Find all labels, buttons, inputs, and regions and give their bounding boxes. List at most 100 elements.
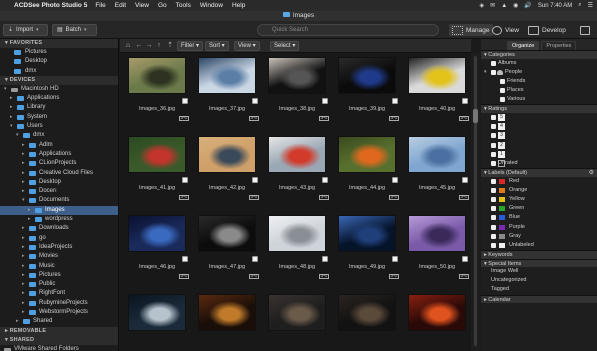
mode-view-button[interactable]: View bbox=[492, 24, 519, 36]
tree-item[interactable]: ▸ Shared bbox=[0, 317, 118, 326]
thumbnail-item[interactable] bbox=[402, 290, 471, 351]
color-label-item[interactable]: Gray bbox=[481, 232, 597, 241]
special-item[interactable]: Tagged bbox=[481, 285, 597, 294]
favorites-header[interactable]: ▾ FAVORITES bbox=[0, 39, 118, 48]
label-checkbox[interactable] bbox=[491, 242, 496, 248]
label-checkbox[interactable] bbox=[491, 196, 496, 202]
label-checkbox[interactable] bbox=[491, 224, 496, 230]
tree-item[interactable]: ▾ dmx bbox=[0, 131, 118, 140]
select-checkbox[interactable] bbox=[462, 177, 468, 183]
label-checkbox[interactable] bbox=[491, 215, 496, 221]
select-checkbox[interactable] bbox=[392, 177, 398, 183]
select-checkbox[interactable] bbox=[392, 98, 398, 104]
sidebar-item-favorite[interactable]: dmx bbox=[0, 67, 118, 76]
folder-up-icon[interactable]: ⇡ bbox=[166, 42, 174, 50]
thumbnail-image[interactable] bbox=[268, 294, 326, 331]
tab-organize[interactable]: Organize bbox=[507, 41, 540, 50]
special-item[interactable]: Image Well bbox=[481, 267, 597, 276]
status-icon-1[interactable]: ◈ bbox=[480, 2, 485, 9]
tree-item[interactable]: ▸ Downloads bbox=[0, 224, 118, 233]
thumbnail-image[interactable] bbox=[198, 294, 256, 331]
label-checkbox[interactable] bbox=[491, 187, 496, 193]
category-item[interactable]: Places bbox=[481, 86, 597, 95]
thumbnail-item[interactable]: Images_49.jpg JPG bbox=[332, 211, 402, 289]
select-checkbox[interactable] bbox=[252, 177, 258, 183]
chevron-right-icon[interactable]: ▸ bbox=[22, 187, 25, 196]
chevron-down-icon[interactable]: ▾ bbox=[16, 131, 19, 140]
color-label-item[interactable]: Purple bbox=[481, 223, 597, 232]
chevron-right-icon[interactable]: ▸ bbox=[22, 271, 25, 280]
label-checkbox[interactable] bbox=[491, 178, 496, 184]
menu-list-icon[interactable]: ☰ bbox=[588, 2, 593, 9]
category-checkbox[interactable] bbox=[500, 78, 505, 84]
tree-item[interactable]: ▸ RightFont bbox=[0, 289, 118, 298]
select-checkbox[interactable] bbox=[322, 256, 328, 262]
special-item[interactable]: Uncategorized bbox=[481, 276, 597, 285]
thumbnail-image[interactable] bbox=[338, 57, 396, 94]
tree-item[interactable]: ▸ Creative Cloud Files bbox=[0, 169, 118, 178]
chevron-right-icon[interactable]: ▸ bbox=[22, 308, 25, 317]
thumbnail-item[interactable]: Images_46.jpg JPG bbox=[122, 211, 192, 289]
categories-header[interactable]: ▾ Categories bbox=[481, 50, 597, 59]
rating-checkbox[interactable] bbox=[491, 151, 496, 157]
select-checkbox[interactable] bbox=[392, 256, 398, 262]
chevron-right-icon[interactable]: ▸ bbox=[22, 169, 25, 178]
color-label-item[interactable]: Blue bbox=[481, 213, 597, 222]
thumbnail-image[interactable] bbox=[268, 57, 326, 94]
thumbnail-item[interactable]: Images_48.jpg JPG bbox=[262, 211, 332, 289]
status-icon-4[interactable]: ◉ bbox=[513, 2, 518, 9]
thumbnail-item[interactable]: Images_45.jpg JPG bbox=[402, 132, 471, 210]
tree-item[interactable]: ▸ Images bbox=[0, 205, 118, 216]
thumbnail-item[interactable]: Images_43.jpg JPG bbox=[262, 132, 332, 210]
select-checkbox[interactable] bbox=[182, 256, 188, 262]
tree-item[interactable]: ▸ RubymineProjects bbox=[0, 299, 118, 308]
tree-item[interactable]: ▸ Desktop bbox=[0, 178, 118, 187]
forward-icon[interactable]: → bbox=[145, 42, 153, 50]
tree-item[interactable]: ▸ Music bbox=[0, 262, 118, 271]
tree-item[interactable]: ▸ Pictures bbox=[0, 271, 118, 280]
clock[interactable]: Sun 7:40 AM bbox=[538, 3, 572, 9]
thumbnail-image[interactable] bbox=[338, 294, 396, 331]
menu-file[interactable]: File bbox=[95, 2, 105, 9]
rating-checkbox[interactable] bbox=[491, 142, 496, 148]
thumbnail-image[interactable] bbox=[198, 215, 256, 252]
thumbnail-item[interactable]: Images_47.jpg JPG bbox=[192, 211, 262, 289]
grid-scrollbar[interactable] bbox=[471, 53, 480, 351]
menu-window[interactable]: Window bbox=[200, 2, 223, 9]
chevron-right-icon[interactable]: ▸ bbox=[10, 103, 13, 112]
tree-item[interactable]: ▾ Macintosh HD bbox=[0, 85, 118, 94]
color-label-item[interactable]: Green bbox=[481, 204, 597, 213]
select-checkbox[interactable] bbox=[252, 98, 258, 104]
scrollbar-thumb[interactable] bbox=[473, 109, 478, 123]
color-label-item[interactable]: Yellow bbox=[481, 195, 597, 204]
sort-button[interactable]: Sort ▾ bbox=[205, 41, 229, 51]
select-checkbox[interactable] bbox=[322, 98, 328, 104]
thumbnail-image[interactable] bbox=[408, 215, 466, 252]
chevron-right-icon[interactable]: ▸ bbox=[22, 224, 25, 233]
chevron-down-icon[interactable]: ▾ bbox=[22, 196, 25, 205]
rating-item[interactable]: 42 bbox=[481, 122, 597, 131]
menu-edit[interactable]: Edit bbox=[115, 2, 126, 9]
toggle-panel-button[interactable] bbox=[580, 24, 590, 36]
batch-button[interactable]: ▤ Batch ▾ bbox=[52, 24, 97, 36]
tree-item[interactable]: ▸ CLionProjects bbox=[0, 159, 118, 168]
chevron-right-icon[interactable]: ▸ bbox=[22, 289, 25, 298]
view-button[interactable]: View ▾ bbox=[234, 41, 260, 51]
tree-item[interactable]: ▸ Applications bbox=[0, 150, 118, 159]
sidebar-item-favorite[interactable]: Pictures bbox=[0, 48, 118, 57]
chevron-down-icon[interactable]: ▾ bbox=[484, 68, 487, 77]
chevron-right-icon[interactable]: ▸ bbox=[10, 113, 13, 122]
mode-develop-button[interactable]: Develop bbox=[528, 24, 566, 36]
home-icon[interactable]: ⌂ bbox=[124, 42, 132, 50]
thumbnail-image[interactable] bbox=[128, 57, 186, 94]
category-item[interactable]: Various bbox=[481, 95, 597, 104]
thumbnail-item[interactable]: Images_39.jpg JPG bbox=[332, 53, 402, 131]
category-checkbox[interactable] bbox=[500, 88, 505, 94]
menu-go[interactable]: Go bbox=[158, 2, 167, 9]
mode-manage-button[interactable]: Manage bbox=[449, 24, 493, 36]
thumbnail-image[interactable] bbox=[128, 136, 186, 173]
status-icon-3[interactable]: ▲ bbox=[501, 3, 507, 9]
tree-item[interactable]: ▸ Docerı bbox=[0, 187, 118, 196]
chevron-right-icon[interactable]: ▸ bbox=[22, 299, 25, 308]
select-checkbox[interactable] bbox=[462, 256, 468, 262]
